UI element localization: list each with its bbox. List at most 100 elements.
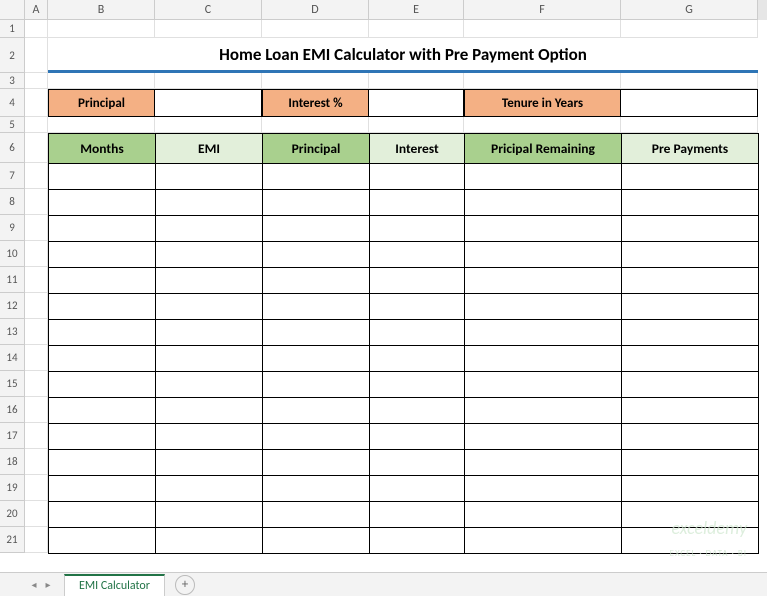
row-header[interactable]: 7 — [0, 163, 25, 189]
cell[interactable] — [622, 476, 759, 502]
cell[interactable] — [370, 502, 465, 528]
cell[interactable] — [156, 190, 263, 216]
cell[interactable] — [263, 294, 370, 320]
cell[interactable] — [156, 164, 263, 190]
cell[interactable] — [156, 294, 263, 320]
row-header[interactable]: 16 — [0, 397, 25, 423]
row-header[interactable]: 4 — [0, 89, 25, 117]
cell[interactable] — [156, 320, 263, 346]
principal-input[interactable] — [155, 89, 262, 117]
cell[interactable] — [465, 372, 622, 398]
cell[interactable] — [156, 424, 263, 450]
cell[interactable] — [156, 242, 263, 268]
cell[interactable] — [465, 528, 622, 554]
cell[interactable] — [49, 190, 156, 216]
cell[interactable] — [622, 528, 759, 554]
row-header[interactable]: 12 — [0, 293, 25, 319]
cell[interactable] — [49, 216, 156, 242]
cell[interactable] — [622, 372, 759, 398]
cell[interactable] — [465, 216, 622, 242]
cell[interactable] — [156, 216, 263, 242]
cell[interactable] — [49, 320, 156, 346]
col-header[interactable]: B — [48, 0, 155, 20]
row-header[interactable]: 19 — [0, 475, 25, 501]
cell[interactable] — [622, 190, 759, 216]
cell[interactable] — [49, 476, 156, 502]
cell[interactable] — [465, 190, 622, 216]
cell[interactable] — [49, 424, 156, 450]
cell[interactable] — [263, 346, 370, 372]
row-header[interactable]: 1 — [0, 20, 25, 38]
cell[interactable] — [49, 398, 156, 424]
cell[interactable] — [156, 476, 263, 502]
row-header[interactable]: 9 — [0, 215, 25, 241]
cell[interactable] — [263, 528, 370, 554]
interest-input[interactable] — [369, 89, 464, 117]
row-header[interactable]: 14 — [0, 345, 25, 371]
cell[interactable] — [622, 216, 759, 242]
cell[interactable] — [370, 424, 465, 450]
col-header[interactable]: A — [25, 0, 48, 20]
cell[interactable] — [465, 294, 622, 320]
row-header[interactable]: 2 — [0, 38, 25, 73]
cell[interactable] — [370, 450, 465, 476]
cell[interactable] — [370, 190, 465, 216]
row-header[interactable]: 5 — [0, 117, 25, 133]
cell[interactable] — [370, 372, 465, 398]
cell[interactable] — [370, 398, 465, 424]
cell[interactable] — [465, 450, 622, 476]
cell[interactable] — [49, 242, 156, 268]
cell[interactable] — [49, 294, 156, 320]
cell[interactable] — [622, 164, 759, 190]
cell[interactable] — [263, 372, 370, 398]
row-header[interactable]: 10 — [0, 241, 25, 267]
cell[interactable] — [263, 424, 370, 450]
cell[interactable] — [370, 242, 465, 268]
cell[interactable] — [263, 216, 370, 242]
cell[interactable] — [263, 320, 370, 346]
col-header[interactable]: D — [262, 0, 369, 20]
cell[interactable] — [49, 528, 156, 554]
row-header[interactable]: 6 — [0, 133, 25, 163]
cell[interactable] — [370, 346, 465, 372]
cell[interactable] — [156, 268, 263, 294]
cell[interactable] — [49, 164, 156, 190]
cell[interactable] — [263, 476, 370, 502]
cell[interactable] — [263, 164, 370, 190]
cell[interactable] — [465, 164, 622, 190]
cell[interactable] — [263, 450, 370, 476]
cell[interactable] — [263, 190, 370, 216]
sheet-tab-active[interactable]: EMI Calculator — [64, 574, 165, 596]
cell[interactable] — [370, 528, 465, 554]
add-sheet-button[interactable]: + — [175, 575, 195, 595]
row-header[interactable]: 13 — [0, 319, 25, 345]
cell[interactable] — [465, 242, 622, 268]
cell[interactable] — [465, 476, 622, 502]
cell[interactable] — [156, 398, 263, 424]
cell[interactable] — [622, 320, 759, 346]
cell[interactable] — [49, 450, 156, 476]
cell[interactable] — [370, 294, 465, 320]
cell[interactable] — [370, 320, 465, 346]
cell[interactable] — [49, 372, 156, 398]
cell[interactable] — [49, 502, 156, 528]
cell[interactable] — [465, 346, 622, 372]
cell[interactable] — [156, 450, 263, 476]
row-header[interactable]: 20 — [0, 501, 25, 527]
cell[interactable] — [370, 164, 465, 190]
cell[interactable] — [263, 242, 370, 268]
cell[interactable] — [622, 242, 759, 268]
cell[interactable] — [622, 268, 759, 294]
cell[interactable] — [465, 398, 622, 424]
col-header[interactable]: C — [155, 0, 262, 20]
row-header[interactable]: 15 — [0, 371, 25, 397]
cell[interactable] — [156, 346, 263, 372]
cell[interactable] — [263, 502, 370, 528]
cell[interactable] — [156, 502, 263, 528]
tab-prev-icon[interactable]: ◂ — [28, 578, 40, 592]
cell[interactable] — [465, 502, 622, 528]
row-header[interactable]: 18 — [0, 449, 25, 475]
cell[interactable] — [49, 346, 156, 372]
row-header[interactable]: 3 — [0, 73, 25, 89]
cell[interactable] — [370, 476, 465, 502]
